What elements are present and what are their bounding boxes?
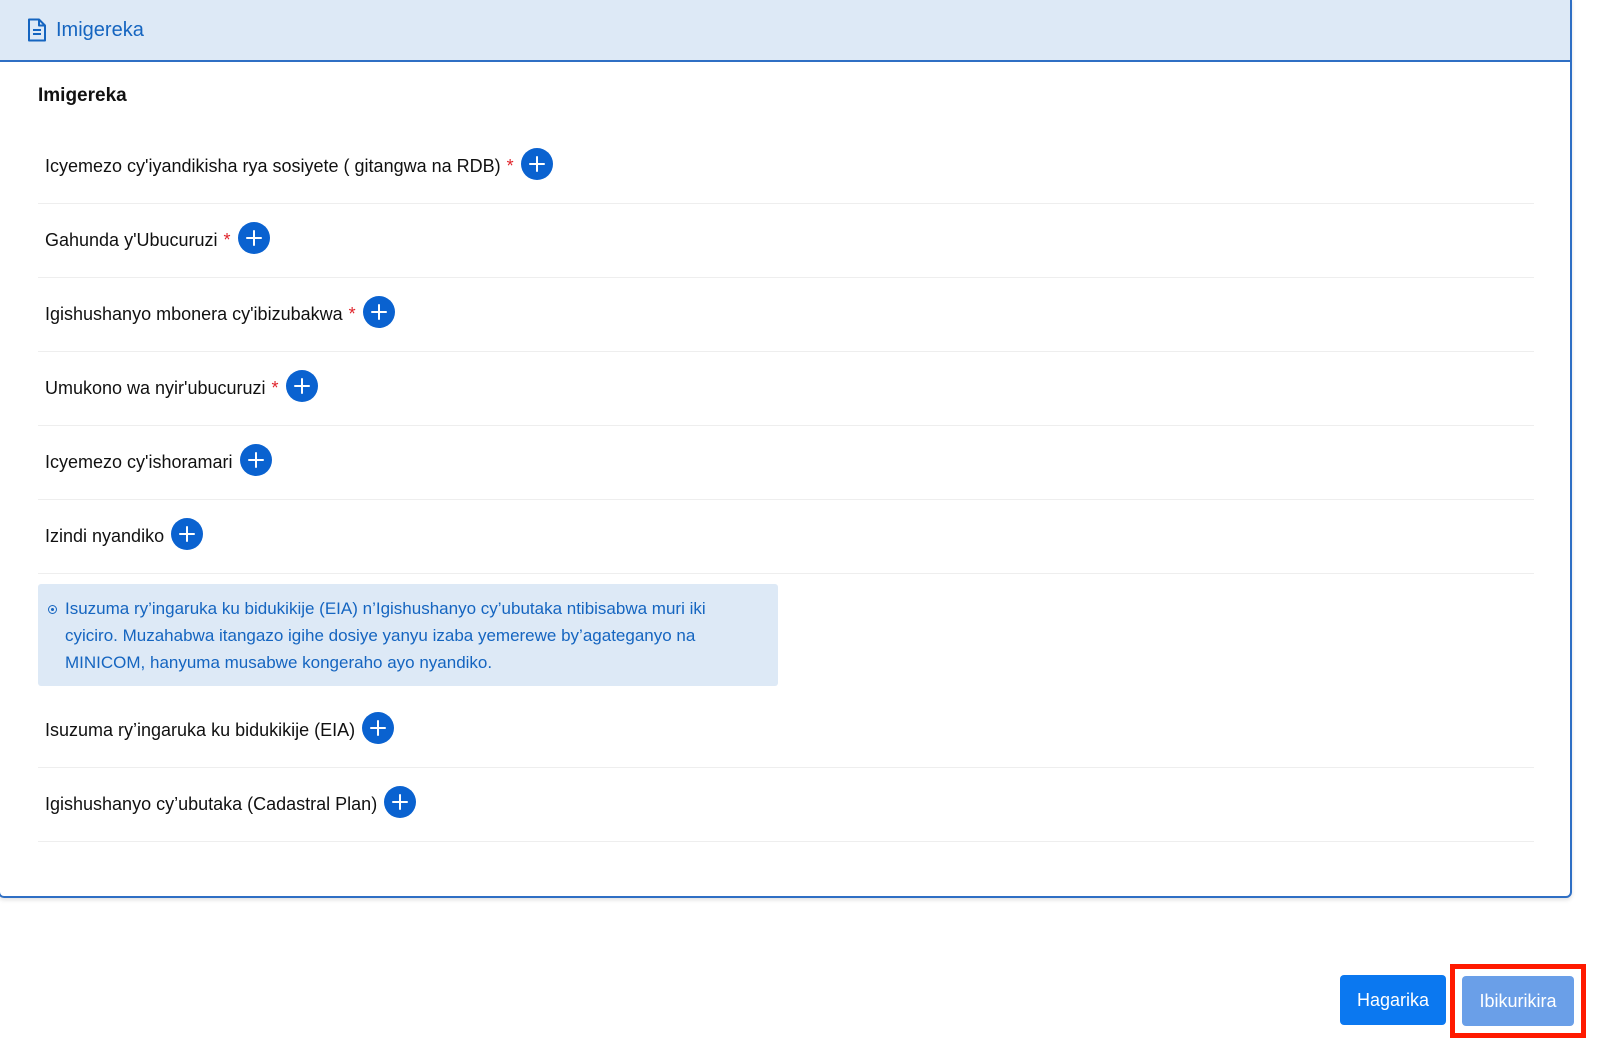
info-notice: Isuzuma ry’ingaruka ku bidukikije (EIA) … bbox=[38, 584, 778, 686]
document-row-other-documents: Izindi nyandiko bbox=[38, 500, 1534, 574]
document-label: Icyemezo cy'ishoramari bbox=[45, 452, 233, 472]
required-marker: * bbox=[506, 156, 514, 176]
document-row-investment-certificate: Icyemezo cy'ishoramari bbox=[38, 426, 1534, 500]
document-label: Icyemezo cy'iyandikisha rya sosiyete ( g… bbox=[45, 156, 501, 176]
required-marker: * bbox=[223, 230, 231, 250]
add-document-button[interactable] bbox=[384, 785, 417, 818]
add-document-button[interactable] bbox=[285, 369, 318, 402]
info-icon bbox=[48, 605, 57, 614]
required-marker: * bbox=[348, 304, 356, 324]
document-row-business-plan: Gahunda y'Ubucuruzi * bbox=[38, 204, 1534, 278]
document-label: Isuzuma ry’ingaruka ku bidukikije (EIA) bbox=[45, 720, 356, 740]
document-label: Izindi nyandiko bbox=[45, 526, 165, 546]
add-document-button[interactable] bbox=[520, 147, 553, 180]
document-row-company-certificate: Icyemezo cy'iyandikisha rya sosiyete ( g… bbox=[38, 130, 1534, 204]
panel-header-title: Imigereka bbox=[56, 18, 144, 41]
cancel-button[interactable]: Hagarika bbox=[1340, 975, 1446, 1025]
document-label: Igishushanyo cy’ubutaka (Cadastral Plan) bbox=[45, 794, 378, 814]
add-document-button[interactable] bbox=[171, 517, 204, 550]
document-icon bbox=[28, 18, 46, 42]
document-label: Umukono wa nyir'ubucuruzi bbox=[45, 378, 266, 398]
section-title: Imigereka bbox=[38, 85, 127, 106]
document-row-cadastral-plan: Igishushanyo cy’ubutaka (Cadastral Plan) bbox=[38, 768, 1534, 842]
highlight-box bbox=[1450, 964, 1586, 1038]
attachments-panel: Imigereka Imigereka Icyemezo cy'iyandiki… bbox=[0, 0, 1572, 898]
document-row-owner-signature: Umukono wa nyir'ubucuruzi * bbox=[38, 352, 1534, 426]
document-row-eia: Isuzuma ry’ingaruka ku bidukikije (EIA) bbox=[38, 694, 1534, 768]
document-label: Igishushanyo mbonera cy'ibizubakwa bbox=[45, 304, 343, 324]
document-row-building-plan: Igishushanyo mbonera cy'ibizubakwa * bbox=[38, 278, 1534, 352]
required-marker: * bbox=[271, 378, 279, 398]
add-document-button[interactable] bbox=[362, 711, 395, 744]
panel-header: Imigereka bbox=[0, 0, 1570, 62]
add-document-button[interactable] bbox=[237, 221, 270, 254]
document-label: Gahunda y'Ubucuruzi bbox=[45, 230, 218, 250]
info-notice-text: Isuzuma ry’ingaruka ku bidukikije (EIA) … bbox=[65, 599, 706, 672]
add-document-button[interactable] bbox=[239, 443, 272, 476]
add-document-button[interactable] bbox=[362, 295, 395, 328]
